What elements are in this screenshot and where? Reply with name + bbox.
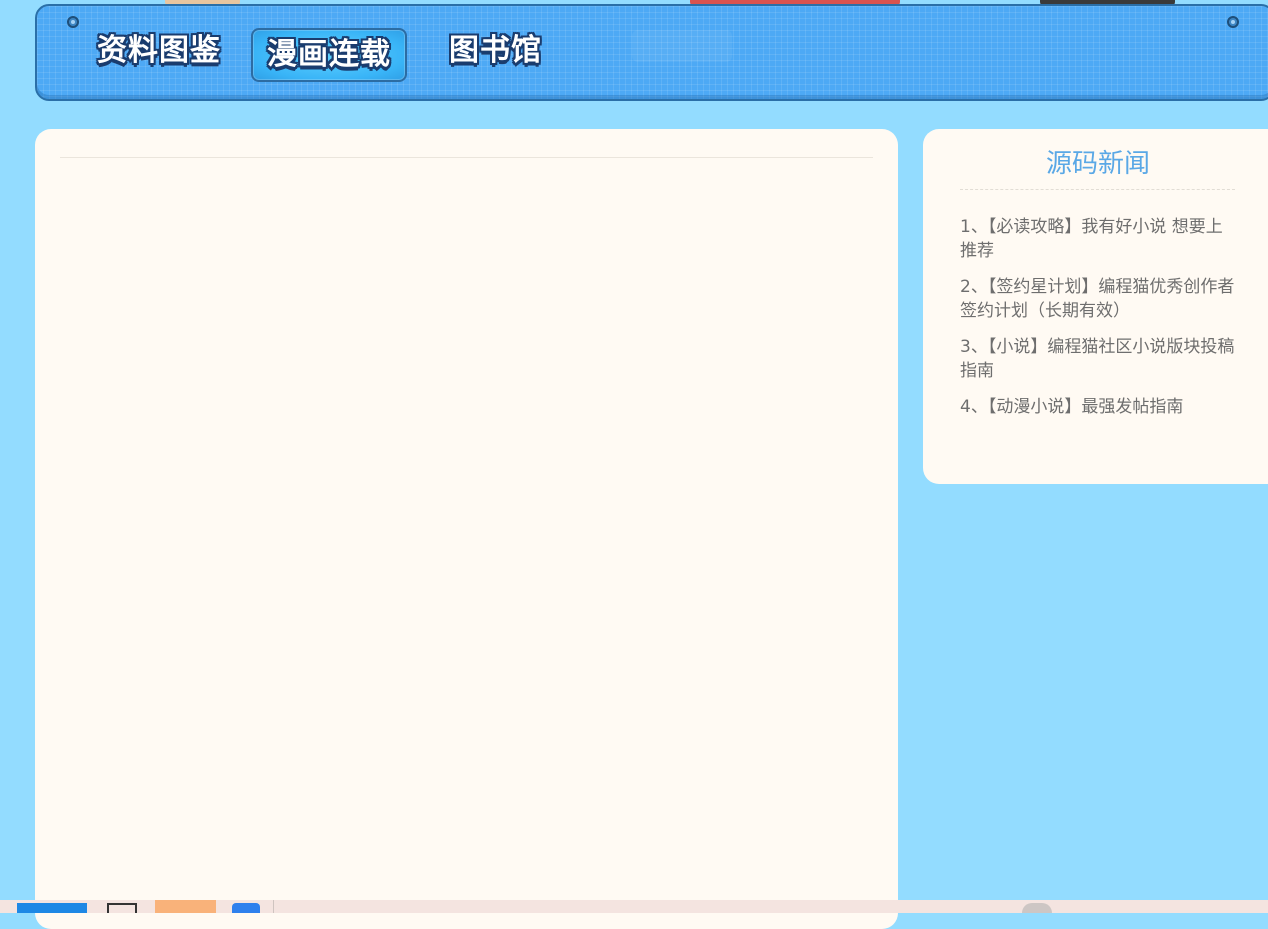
nav-tab-comic-series[interactable]: 漫画连载 — [251, 28, 407, 82]
nav-tab-placeholder — [632, 30, 732, 62]
taskbar-app-3[interactable] — [155, 900, 216, 913]
news-sidebar: 源码新闻 1、【必读攻略】我有好小说 想要上推荐 2、【签约星计划】编程猫优秀创… — [923, 129, 1268, 484]
taskbar-app-4[interactable] — [232, 903, 260, 913]
taskbar-divider — [273, 900, 274, 913]
news-title: 源码新闻 — [1045, 149, 1150, 179]
rivet-left-icon — [67, 16, 79, 28]
news-item-2[interactable]: 2、【签约星计划】编程猫优秀创作者签约计划（长期有效） — [960, 275, 1236, 323]
taskbar-app-1[interactable] — [17, 903, 87, 913]
news-item-4[interactable]: 4、【动漫小说】最强发帖指南 — [960, 395, 1236, 419]
taskbar-app-5-icon[interactable] — [1022, 903, 1052, 913]
news-divider — [960, 189, 1235, 190]
taskbar-app-2[interactable] — [107, 903, 137, 913]
content-divider — [60, 157, 873, 158]
news-item-1[interactable]: 1、【必读攻略】我有好小说 想要上推荐 — [960, 215, 1236, 263]
main-content-panel — [35, 129, 898, 929]
rivet-right-icon — [1227, 16, 1239, 28]
nav-tab-library[interactable]: 图书馆 — [449, 36, 542, 66]
news-item-3[interactable]: 3、【小说】编程猫社区小说版块投稿指南 — [960, 335, 1236, 383]
nav-tab-encyclopedia[interactable]: 资料图鉴 — [97, 36, 221, 66]
news-list: 1、【必读攻略】我有好小说 想要上推荐 2、【签约星计划】编程猫优秀创作者签约计… — [960, 215, 1236, 431]
main-navbar: 资料图鉴 漫画连载 图书馆 — [35, 4, 1268, 101]
bottom-taskbar — [0, 900, 1268, 913]
